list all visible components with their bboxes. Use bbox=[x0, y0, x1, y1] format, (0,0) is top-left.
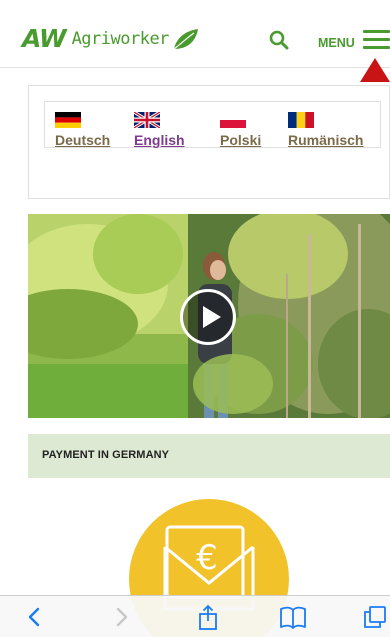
language-selector-box: Deutsch English Polski Rumänisch bbox=[28, 85, 390, 199]
svg-text:€: € bbox=[196, 538, 218, 578]
language-label[interactable]: Rumänisch bbox=[288, 132, 363, 148]
status-bar-area bbox=[0, 0, 390, 16]
forward-arrow-icon[interactable] bbox=[112, 604, 132, 630]
payment-section-title: PAYMENT IN GERMANY bbox=[42, 449, 170, 461]
agriworker-logo[interactable]: AW Agriworker bbox=[22, 24, 200, 53]
logo-text: Agriworker bbox=[71, 28, 170, 49]
leaf-icon bbox=[173, 28, 198, 49]
site-header: AW Agriworker MENU bbox=[0, 16, 390, 68]
browser-toolbar bbox=[0, 595, 390, 637]
language-label[interactable]: Deutsch bbox=[55, 132, 110, 148]
language-label[interactable]: Polski bbox=[220, 132, 261, 148]
tabs-icon[interactable] bbox=[362, 604, 388, 630]
red-arrow-pointer-icon bbox=[360, 58, 390, 82]
search-icon[interactable] bbox=[268, 29, 290, 51]
bookmarks-icon[interactable] bbox=[278, 604, 308, 630]
polish-flag-icon bbox=[220, 112, 246, 128]
uk-flag-icon bbox=[134, 112, 160, 128]
logo-letters: AW bbox=[22, 24, 67, 53]
language-option-rumaenisch[interactable]: Rumänisch bbox=[288, 112, 363, 148]
back-arrow-icon[interactable] bbox=[24, 604, 44, 630]
language-option-deutsch[interactable]: Deutsch bbox=[55, 112, 110, 148]
language-label[interactable]: English bbox=[134, 132, 185, 148]
share-icon[interactable] bbox=[196, 604, 220, 630]
payment-section-header[interactable]: PAYMENT IN GERMANY bbox=[28, 434, 390, 478]
german-flag-icon bbox=[55, 112, 81, 128]
hamburger-menu-icon[interactable] bbox=[363, 30, 390, 52]
romanian-flag-icon bbox=[288, 112, 314, 128]
video-play-icon[interactable] bbox=[180, 289, 236, 345]
language-selector: Deutsch English Polski Rumänisch bbox=[44, 101, 381, 148]
language-option-polski[interactable]: Polski bbox=[220, 112, 261, 148]
language-option-english[interactable]: English bbox=[134, 112, 185, 148]
menu-label[interactable]: MENU bbox=[318, 36, 355, 50]
